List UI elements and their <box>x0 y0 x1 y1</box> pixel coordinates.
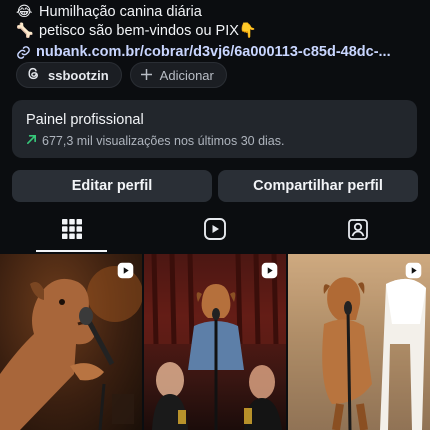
profile-bio: 😂 Humilhação canina diária 🦴 petisco são… <box>16 0 416 62</box>
grid-post-1[interactable] <box>0 254 142 430</box>
bio-link-text[interactable]: nubank.com.br/cobrar/d3vj6/6a000113-c85d… <box>36 42 391 62</box>
add-chip[interactable]: Adicionar <box>129 62 227 88</box>
tab-grid[interactable] <box>0 209 143 253</box>
trend-up-icon <box>26 134 37 149</box>
profile-chips: ssbootzin Adicionar <box>16 62 227 88</box>
dashboard-stats-text: 677,3 mil visualizações nos últimos 30 d… <box>42 134 285 148</box>
threads-chip[interactable]: ssbootzin <box>16 62 122 88</box>
profile-actions: Editar perfil Compartilhar perfil <box>12 170 418 202</box>
bio-line-2-text: petisco são bem-vindos ou PIX👇 <box>39 23 257 39</box>
threads-icon <box>27 67 40 83</box>
tab-tagged[interactable] <box>287 209 430 253</box>
tab-reels[interactable] <box>143 209 286 253</box>
bone-emoji-icon: 🦴 <box>16 22 34 38</box>
dashboard-stats: 677,3 mil visualizações nos últimos 30 d… <box>26 134 403 149</box>
laughing-emoji-icon: 😂 <box>16 3 33 19</box>
dashboard-title: Painel profissional <box>26 112 144 128</box>
bio-line-1: 😂 Humilhação canina diária <box>16 2 416 21</box>
grid-post-2[interactable] <box>144 254 286 430</box>
reel-badge-icon <box>261 262 278 284</box>
reels-icon <box>203 217 227 246</box>
bio-link[interactable]: nubank.com.br/cobrar/d3vj6/6a000113-c85d… <box>16 42 416 62</box>
professional-dashboard[interactable]: Painel profissional 677,3 mil visualizaç… <box>12 100 417 158</box>
grid-post-3[interactable] <box>288 254 430 430</box>
link-icon <box>16 45 36 60</box>
bio-line-1-text: Humilhação canina diária <box>39 4 202 20</box>
profile-tabs <box>0 209 430 253</box>
reel-badge-icon <box>405 262 422 284</box>
threads-chip-label: ssbootzin <box>48 67 109 83</box>
plus-icon <box>140 68 152 83</box>
share-profile-button[interactable]: Compartilhar perfil <box>218 170 418 202</box>
bio-line-2: 🦴 petisco são bem-vindos ou PIX👇 <box>16 21 416 40</box>
reel-badge-icon <box>117 262 134 284</box>
edit-profile-button[interactable]: Editar perfil <box>12 170 212 202</box>
grid-icon <box>61 218 83 245</box>
post-grid <box>0 254 430 430</box>
tagged-icon <box>346 217 370 246</box>
add-chip-label: Adicionar <box>159 67 214 83</box>
